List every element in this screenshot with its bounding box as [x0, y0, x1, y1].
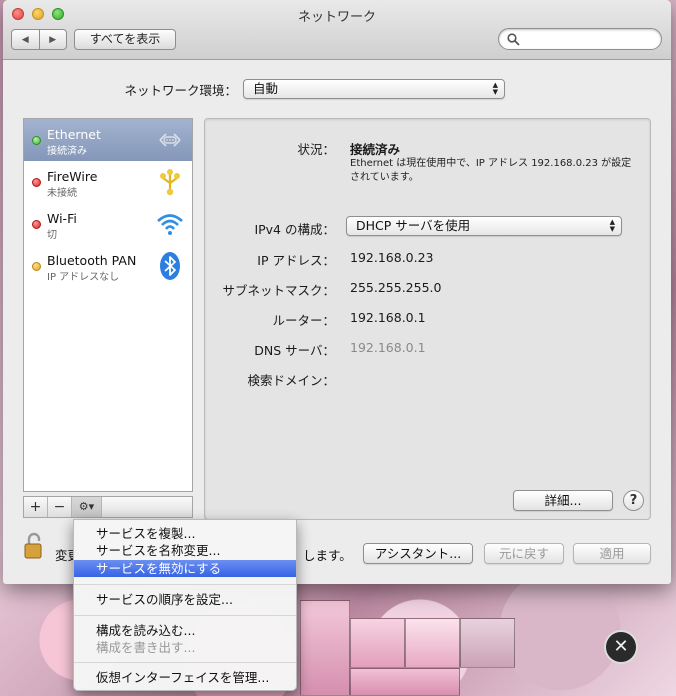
service-status: 未接続: [47, 188, 77, 199]
menu-item-manage-virtual-interfaces[interactable]: 仮想インターフェイスを管理...: [74, 669, 296, 686]
menu-item-disable-service[interactable]: サービスを無効にする: [74, 560, 296, 577]
menu-item-set-service-order[interactable]: サービスの順序を設定...: [74, 591, 296, 608]
revert-button[interactable]: 元に戻す: [484, 543, 564, 564]
search-icon: [507, 33, 520, 46]
title-bar: ネットワーク ◀ ▶ すべてを表示: [3, 0, 671, 60]
menu-separator: [74, 662, 296, 663]
menu-separator: [74, 584, 296, 585]
desktop-wallpaper-tile: [350, 668, 460, 696]
desktop-wallpaper-tile: [300, 600, 350, 696]
service-name: FireWire: [47, 169, 98, 184]
lock-text-tail: します。: [303, 548, 352, 563]
back-button[interactable]: ◀: [12, 30, 39, 49]
ip-address-value: 192.168.0.23: [350, 250, 434, 265]
search-domain-label: 検索ドメイン：: [247, 373, 335, 388]
service-status: 切: [47, 230, 57, 241]
menu-item-duplicate-service[interactable]: サービスを複製...: [74, 525, 296, 542]
service-list-toolbar: + − ⚙▾: [23, 496, 193, 518]
show-all-button[interactable]: すべてを表示: [74, 29, 176, 50]
dns-server-value: 192.168.0.1: [350, 340, 426, 355]
apply-button[interactable]: 適用: [573, 543, 651, 564]
popup-arrows-icon: ▲ ▼: [609, 218, 615, 233]
menu-item-export-configurations[interactable]: 構成を書き出す...: [74, 639, 296, 656]
service-item-ethernet[interactable]: Ethernet 接続済み: [24, 119, 192, 161]
subnet-mask-value: 255.255.255.0: [350, 280, 442, 295]
service-item-firewire[interactable]: FireWire 未接続: [24, 161, 192, 203]
add-service-button[interactable]: +: [24, 497, 48, 517]
location-value: 自動: [253, 81, 279, 96]
service-name: Bluetooth PAN: [47, 253, 137, 268]
service-item-bluetooth-pan[interactable]: Bluetooth PAN IP アドレスなし: [24, 245, 192, 287]
desktop-wallpaper-tile: [350, 618, 405, 668]
menu-item-rename-service[interactable]: サービスを名称変更...: [74, 542, 296, 559]
menu-separator: [74, 615, 296, 616]
firewire-icon: [160, 169, 180, 196]
ipv4-config-label: IPv4 の構成：: [254, 222, 335, 237]
service-name: Ethernet: [47, 127, 101, 142]
remove-service-button[interactable]: −: [48, 497, 72, 517]
ipv4-config-value: DHCP サーバを使用: [356, 218, 471, 233]
status-description: Ethernet は現在使用中で、IP アドレス 192.168.0.23 が設…: [350, 158, 632, 183]
bluetooth-icon: [160, 252, 180, 280]
popup-arrows-icon: ▲ ▼: [492, 81, 498, 96]
menu-item-import-configurations[interactable]: 構成を読み込む...: [74, 622, 296, 639]
dns-server-label: DNS サーバ：: [254, 343, 335, 358]
back-arrow-icon: ◀: [21, 34, 29, 45]
status-dot: [32, 220, 41, 229]
ethernet-icon: [159, 133, 181, 147]
service-list: Ethernet 接続済み FireWire 未接続 Wi-Fi 切 Bluet…: [23, 118, 193, 492]
assistant-button[interactable]: アシスタント...: [363, 543, 473, 564]
service-status: IP アドレスなし: [47, 272, 120, 283]
router-label: ルーター：: [272, 313, 335, 328]
help-button[interactable]: ?: [623, 490, 644, 511]
desktop-wallpaper-tile: [460, 618, 515, 668]
search-field[interactable]: [498, 28, 662, 50]
router-value: 192.168.0.1: [350, 310, 426, 325]
gear-action-button[interactable]: ⚙▾: [72, 497, 102, 517]
location-popup[interactable]: 自動 ▲ ▼: [243, 79, 505, 99]
ipv4-config-popup[interactable]: DHCP サーバを使用 ▲ ▼: [346, 216, 622, 236]
wallpaper-badge-icon: ✕: [604, 630, 638, 664]
status-label: 状況：: [297, 142, 335, 157]
desktop-wallpaper-tile: [405, 618, 460, 668]
status-dot: [32, 136, 41, 145]
service-item-wifi[interactable]: Wi-Fi 切: [24, 203, 192, 245]
gear-context-menu: サービスを複製... サービスを名称変更... サービスを無効にする サービスの…: [73, 519, 297, 691]
forward-button[interactable]: ▶: [38, 30, 67, 49]
status-dot: [32, 262, 41, 271]
service-detail-pane: 状況： 接続済み Ethernet は現在使用中で、IP アドレス 192.16…: [204, 118, 651, 520]
status-value: 接続済み: [350, 142, 401, 157]
advanced-button[interactable]: 詳細...: [513, 490, 613, 511]
back-forward-group: ◀ ▶: [11, 29, 67, 50]
status-dot: [32, 178, 41, 187]
gear-icon: ⚙▾: [78, 500, 95, 513]
window-title: ネットワーク: [297, 10, 376, 25]
ip-address-label: IP アドレス：: [257, 253, 335, 268]
forward-arrow-icon: ▶: [49, 34, 57, 45]
network-preferences-window: ネットワーク ◀ ▶ すべてを表示 ネットワーク環境： 自動 ▲ ▼ Ethern…: [3, 0, 671, 584]
service-name: Wi-Fi: [47, 211, 77, 226]
service-status: 接続済み: [47, 146, 87, 157]
location-label: ネットワーク環境：: [124, 83, 237, 98]
lock-icon[interactable]: [23, 532, 45, 560]
wifi-icon: [157, 214, 183, 235]
subnet-mask-label: サブネットマスク：: [222, 283, 335, 298]
